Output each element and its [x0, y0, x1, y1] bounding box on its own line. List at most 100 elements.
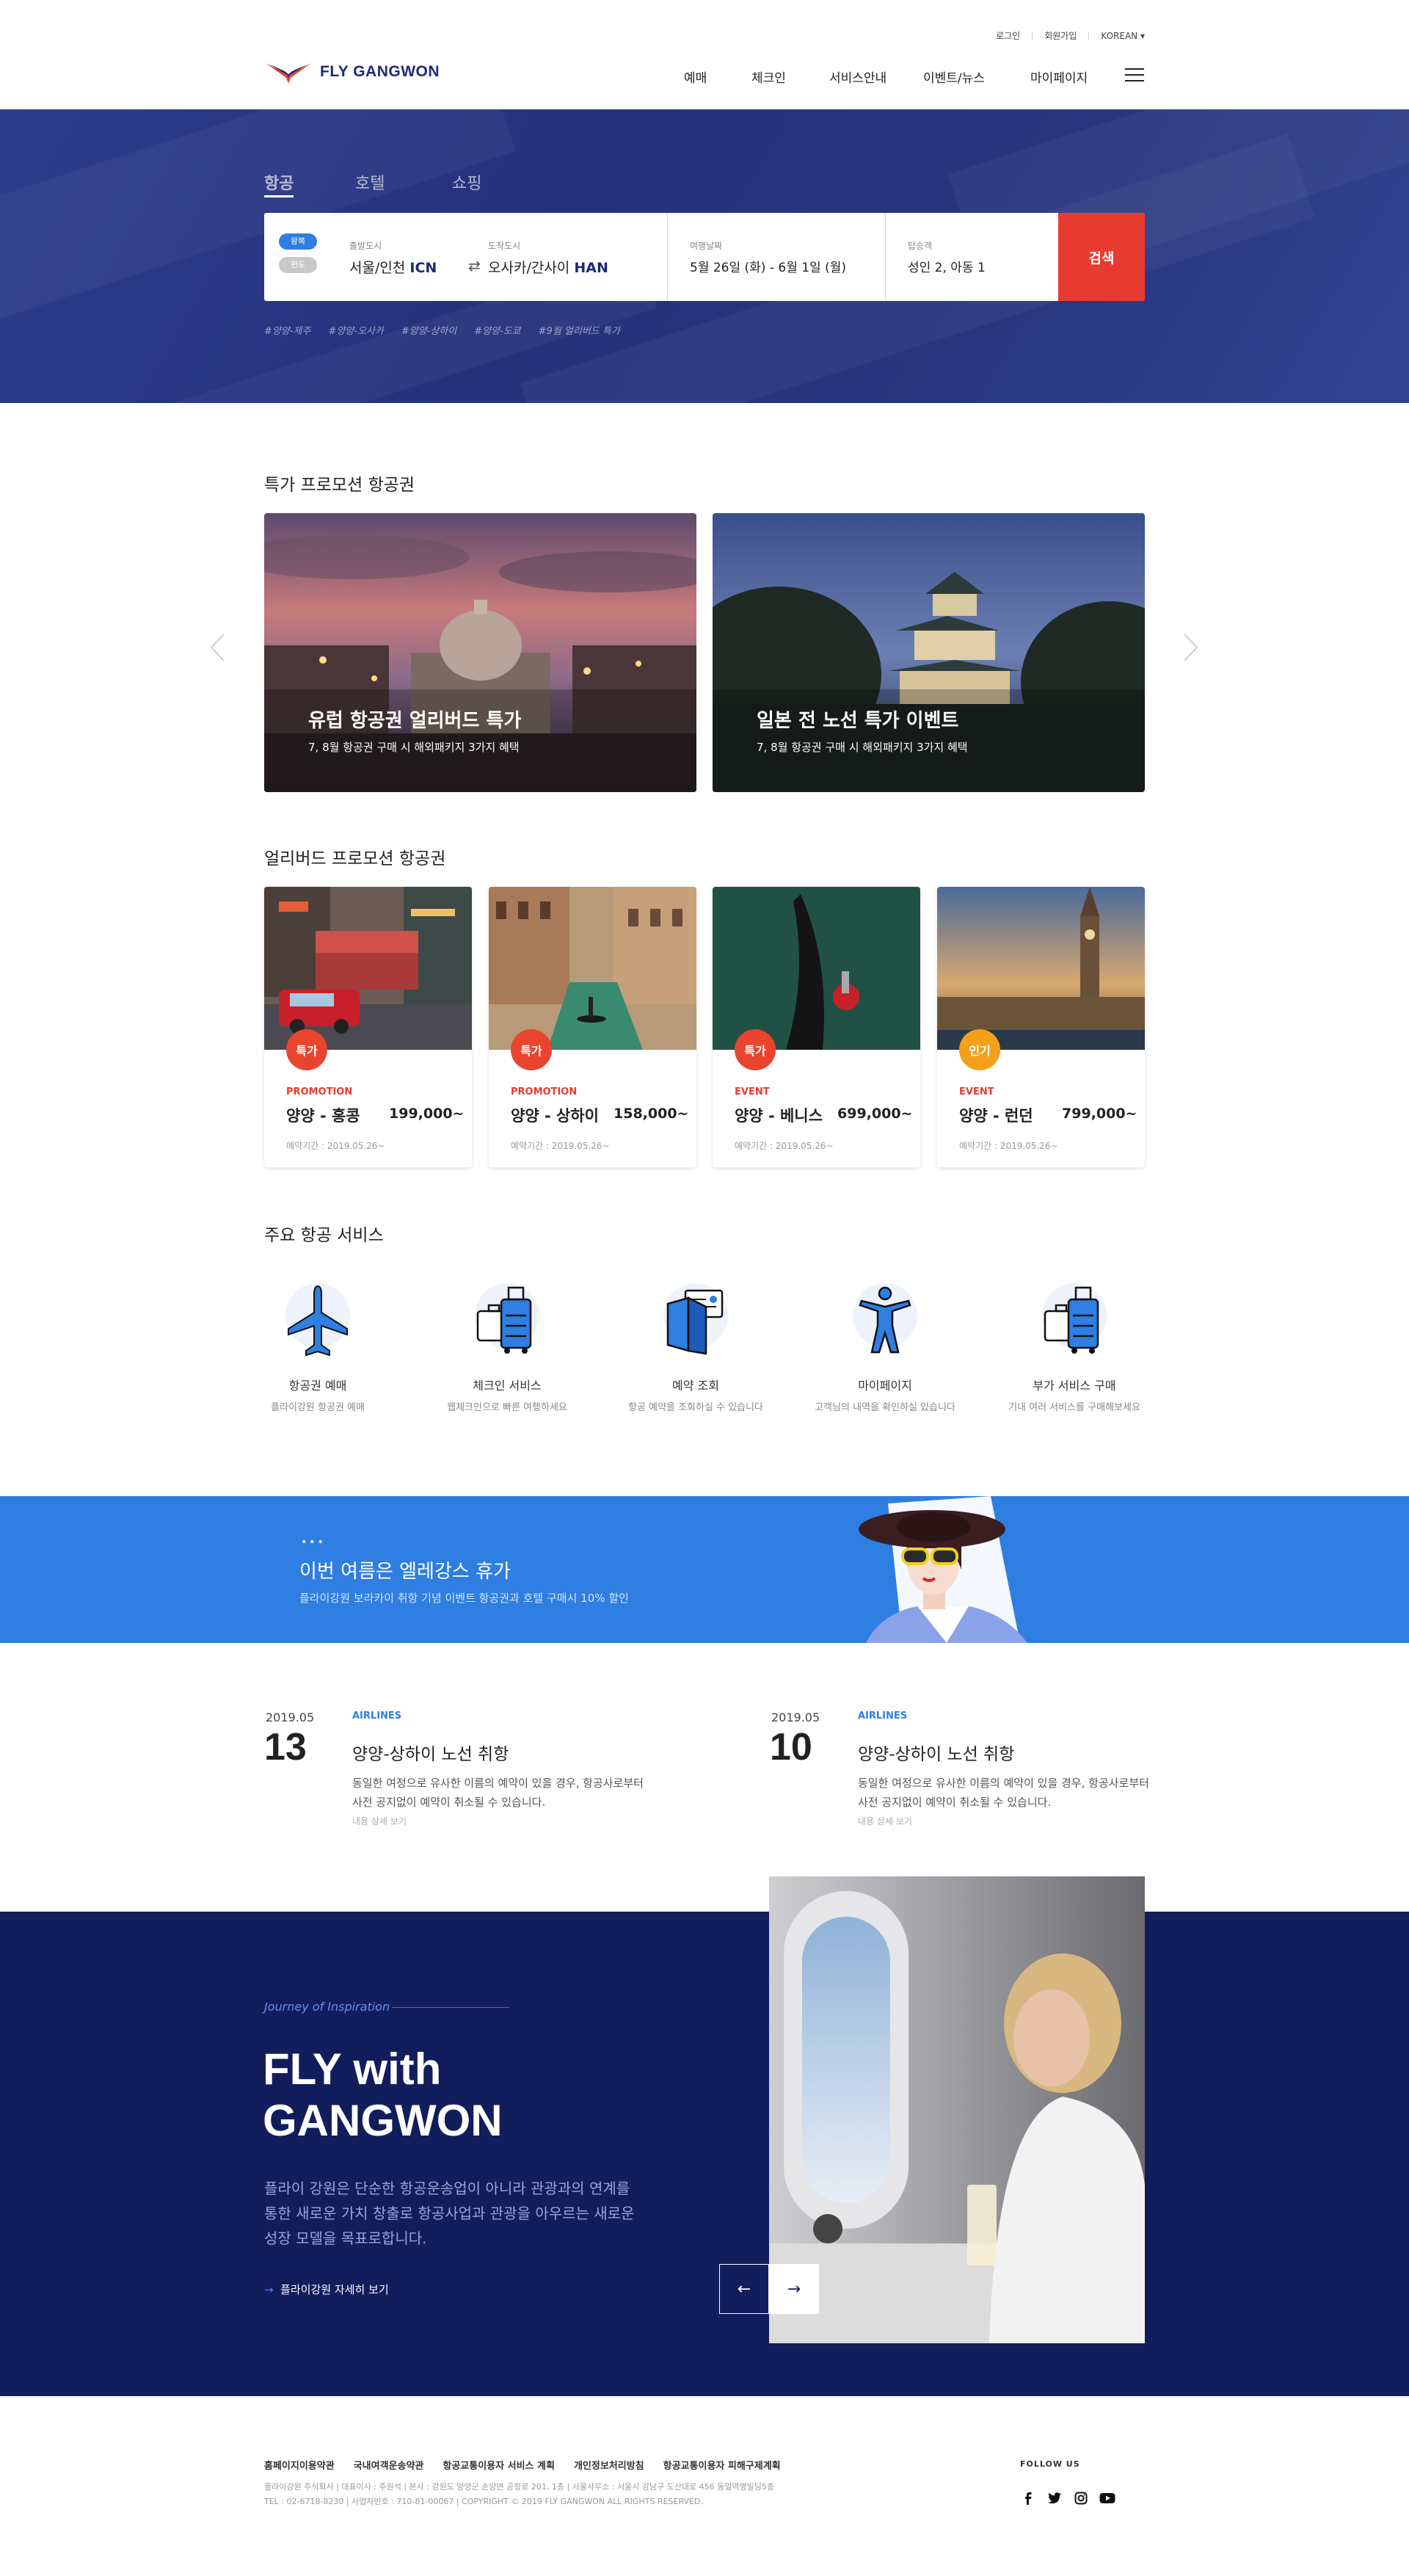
banner-dots: ••• [301, 1536, 326, 1548]
date-box[interactable]: 여행날짜 5월 26일 (화) - 6월 1일 (월) [668, 213, 886, 301]
news-body: 동일한 여정으로 유사한 이름의 예약이 있을 경우, 항공사로부터 사전 공지… [858, 1777, 1149, 1809]
earlybird-card[interactable]: 인기 EVENT 양양 - 런던 799,000~ 예약기간 : 2019.05… [937, 887, 1145, 1167]
service-title: 체크인 서비스 [473, 1379, 542, 1393]
twitter-icon[interactable] [1046, 2490, 1063, 2506]
round-trip-toggle[interactable]: 왕복 [279, 233, 317, 250]
tab-flight[interactable]: 항공 [264, 170, 355, 197]
destination-code: HAN [574, 260, 608, 276]
fly-with-section: Journey of Inspiration FLY with GANGWON 플… [0, 1912, 1409, 2396]
youtube-icon[interactable] [1099, 2490, 1115, 2506]
service-flight-booking[interactable]: 항공권 예매 플라이강원 항공권 예매 [237, 1277, 398, 1413]
footer-link[interactable]: 국내여객운송약관 [354, 2458, 424, 2472]
tab-shopping[interactable]: 쇼핑 [452, 170, 481, 194]
news-item[interactable]: 2019.05 13 AIRLINES 양양-상하이 노선 취항 동일한 여정으… [264, 1710, 675, 1843]
nav-item-events[interactable]: 이벤트/뉴스 [923, 68, 1030, 86]
instagram-icon[interactable] [1073, 2490, 1089, 2506]
next-arrow-button[interactable]: → [769, 2264, 819, 2314]
tag-link[interactable]: #양양-상하이 [401, 323, 456, 337]
news-item[interactable]: 2019.05 10 AIRLINES 양양-상하이 노선 취항 동일한 여정으… [770, 1710, 1181, 1843]
divider [1032, 32, 1033, 40]
banner-title: 이번 여름은 엘레강스 휴가 [299, 1561, 511, 1583]
promo-desc: 7, 8월 항공권 구매 시 해외패키지 3가지 혜택 [308, 741, 520, 754]
service-title: 항공권 예매 [288, 1379, 347, 1393]
passenger-label: 탑승객 [908, 241, 933, 251]
heading-gangwon: GANGWON [263, 2096, 503, 2145]
card-price: 158,000~ [614, 1106, 689, 1122]
swap-icon[interactable]: ⇄ [468, 257, 481, 275]
chevron-down-icon: ▾ [1140, 30, 1145, 41]
service-title: 부가 서비스 구매 [1033, 1379, 1116, 1393]
tag-link[interactable]: #양양-제주 [264, 323, 310, 337]
chevron-right-icon[interactable] [1183, 633, 1199, 662]
card-type: PROMOTION [511, 1086, 578, 1097]
earlybird-card[interactable]: 특가 PROMOTION 양양 - 홍콩 199,000~ 예약기간 : 201… [264, 887, 472, 1167]
passenger-box[interactable]: 탑승객 성인 2, 아동 1 [886, 213, 1058, 301]
card-date: 예약기간 : 2019.05.26~ [959, 1141, 1058, 1151]
facebook-icon[interactable] [1020, 2490, 1036, 2506]
booking-tabs: 항공 호텔 쇼핑 [264, 170, 481, 197]
about-link[interactable]: → 플라이강원 자세히 보기 [264, 2282, 389, 2297]
search-button[interactable]: 검색 [1058, 213, 1145, 301]
utility-nav: 로그인 회원가입 KOREAN ▾ [996, 29, 1145, 42]
earlybird-card[interactable]: 특가 EVENT 양양 - 베니스 699,000~ 예약기간 : 2019.0… [713, 887, 920, 1167]
service-checkin[interactable]: 체크인 서비스 웹체크인으로 빠른 여행하세요 [426, 1277, 588, 1413]
tag-link[interactable]: #양양-오사카 [328, 323, 383, 337]
login-link[interactable]: 로그인 [996, 29, 1020, 42]
nav-item-booking[interactable]: 예매 [684, 68, 751, 86]
woman-illustration [859, 1496, 1027, 1643]
tab-hotel[interactable]: 호텔 [355, 170, 452, 194]
news-more-link[interactable]: 내용 상세 보기 [352, 1815, 407, 1827]
service-mypage[interactable]: 마이페이지 고객님의 내역을 확인하실 있습니다 [804, 1277, 966, 1413]
service-extras[interactable]: 부가 서비스 구매 기내 여러 서비스를 구매해보세요 [994, 1277, 1155, 1413]
footer-link[interactable]: 항공교통이용자 서비스 계획 [443, 2458, 555, 2472]
date-label: 여행날짜 [690, 241, 723, 251]
service-desc: 고객님의 내역을 확인하실 있습니다 [815, 1402, 955, 1413]
nav-item-checkin[interactable]: 체크인 [751, 68, 829, 86]
arrow-right-icon: → [264, 2283, 274, 2296]
tag-link[interactable]: #양양-도쿄 [474, 323, 520, 337]
fly-heading: FLY with GANGWON [263, 2044, 503, 2147]
tag-link[interactable]: #9월 얼리버드 특가 [539, 323, 620, 337]
ticket-icon [652, 1277, 740, 1365]
about-link-label: 플라이강원 자세히 보기 [280, 2283, 389, 2296]
divider [1088, 32, 1090, 40]
promo-card-europe[interactable]: 유럽 항공권 얼리버드 특가 7, 8월 항공권 구매 시 해외패키지 3가지 … [264, 513, 696, 792]
footer-link[interactable]: 개인정보처리방침 [574, 2458, 644, 2472]
news-year-month: 2019.05 [771, 1710, 820, 1724]
chevron-left-icon[interactable] [209, 633, 225, 662]
footer-nav: 홈페이지이용약관 국내여객운송약관 항공교통이용자 서비스 계획 개인정보처리방… [264, 2458, 781, 2472]
social-links [1020, 2490, 1115, 2506]
summer-banner[interactable]: ••• 이번 여름은 엘레강스 휴가 플라이강원 보라카이 취항 기념 이벤트 … [0, 1496, 1409, 1643]
language-select[interactable]: KOREAN ▾ [1101, 31, 1145, 41]
card-route: 양양 - 베니스 [735, 1107, 823, 1125]
news-more-link[interactable]: 내용 상세 보기 [858, 1815, 912, 1827]
route-box: 왕복 편도 출발도시 서울/인천 ICN ⇄ 도착도시 오사카/간사이 HAN [264, 213, 668, 301]
card-route: 양양 - 런던 [959, 1107, 1033, 1125]
nav-item-services[interactable]: 서비스안내 [829, 68, 923, 86]
destination-field[interactable]: 오사카/간사이 HAN [488, 257, 608, 277]
destination-city: 오사카/간사이 [488, 260, 570, 276]
logo[interactable]: FLY GANGWON [264, 59, 440, 85]
origin-field[interactable]: 서울/인천 ICN [349, 257, 437, 277]
heading-fly: FLY [263, 2045, 341, 2094]
fly-description: 플라이 강원은 단순한 항공운송업이 아니라 관광과의 연계를 통한 새로운 가… [264, 2180, 635, 2247]
promo-title: 유럽 항공권 얼리버드 특가 [308, 710, 522, 732]
card-route: 양양 - 상하이 [511, 1107, 599, 1125]
person-icon [841, 1277, 929, 1365]
news-body: 동일한 여정으로 유사한 이름의 예약이 있을 경우, 항공사로부터 사전 공지… [352, 1777, 644, 1809]
service-reservation-lookup[interactable]: 예약 조회 항공 예약을 조회하실 수 있습니다 [615, 1277, 776, 1413]
london-bigben-photo [937, 887, 1145, 1050]
card-price: 199,000~ [389, 1106, 465, 1122]
prev-arrow-button[interactable]: ← [719, 2264, 769, 2314]
footer-link[interactable]: 홈페이지이용약관 [264, 2458, 335, 2472]
earlybird-card[interactable]: 특가 PROMOTION 양양 - 상하이 158,000~ 예약기간 : 20… [489, 887, 696, 1167]
menu-icon[interactable] [1125, 68, 1144, 83]
signup-link[interactable]: 회원가입 [1044, 29, 1077, 42]
one-way-toggle[interactable]: 편도 [279, 257, 317, 273]
nav-item-mypage[interactable]: 마이페이지 [1030, 68, 1088, 86]
company-info: 플라이강원 주식회사 | 대표이사 : 주원석 | 본사 : 강원도 양양군 손… [264, 2480, 774, 2509]
footer-link[interactable]: 항공교통이용자 피해구제계획 [663, 2458, 781, 2472]
origin-city: 서울/인천 [349, 260, 406, 276]
promo-card-japan[interactable]: 일본 전 노선 특가 이벤트 7, 8월 항공권 구매 시 해외패키지 3가지 … [713, 513, 1145, 792]
news-day: 13 [264, 1726, 307, 1768]
